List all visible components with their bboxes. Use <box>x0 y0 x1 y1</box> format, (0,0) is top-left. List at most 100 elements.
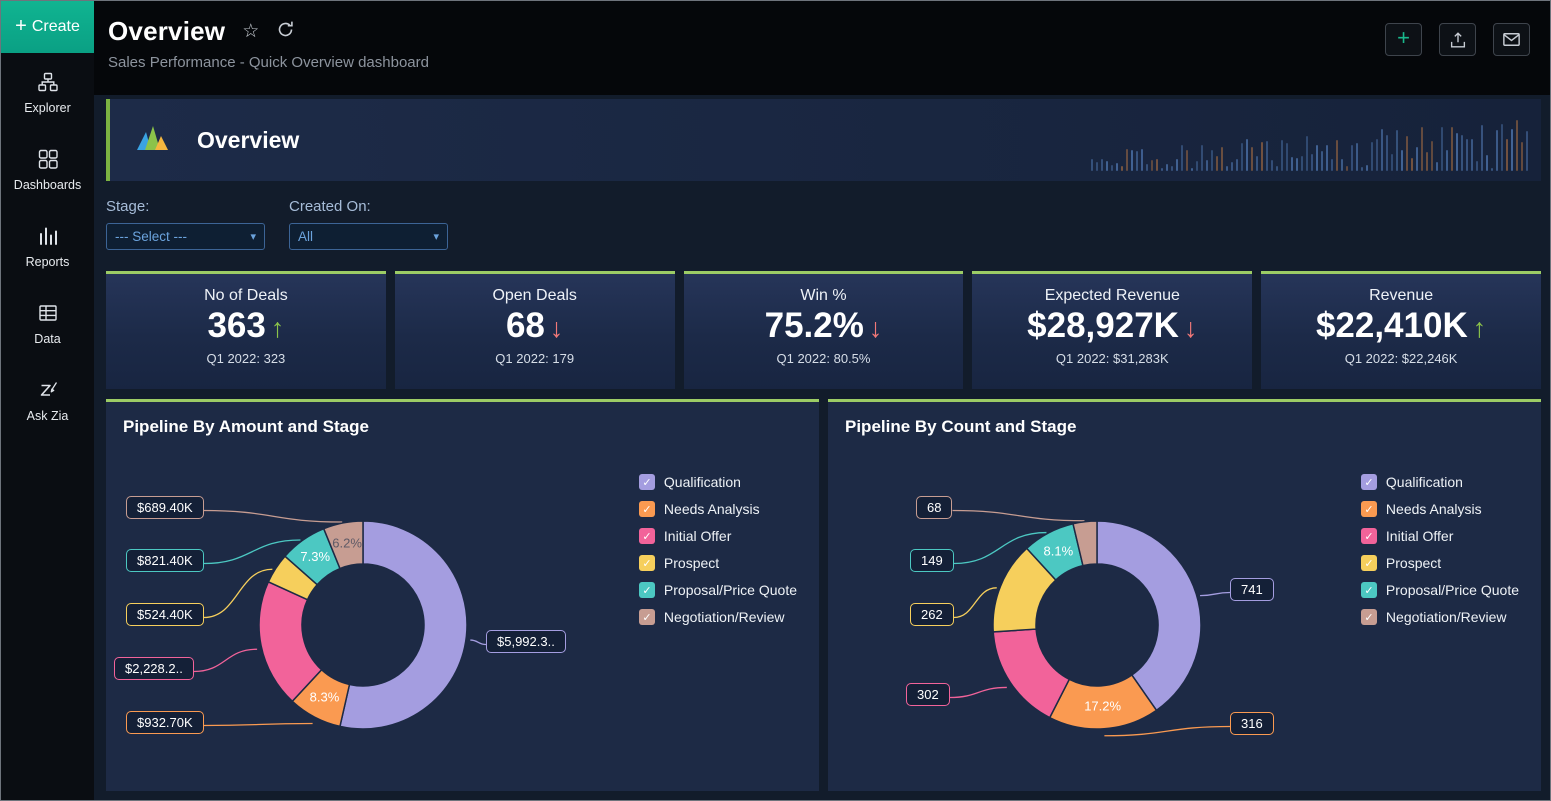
slice-value-label: 316 <box>1230 712 1274 735</box>
legend-checkbox[interactable]: ✓ <box>1361 609 1377 625</box>
stage-filter: Stage: --- Select --- ▾ <box>106 198 265 250</box>
create-label: Create <box>32 18 80 36</box>
legend-label: Negotiation/Review <box>664 609 785 625</box>
legend-label: Qualification <box>664 474 741 490</box>
slice-percent-label: 6.2% <box>332 535 362 550</box>
banner-title: Overview <box>197 127 299 154</box>
slice-percent-label: 7.3% <box>300 549 330 564</box>
pipeline-count-donut: 17.2%8.1% <box>980 508 1214 742</box>
sidebar-item-dashboards[interactable]: Dashboards <box>1 130 94 207</box>
legend-label: Proposal/Price Quote <box>664 582 797 598</box>
kpi-card-expected-revenue[interactable]: Expected Revenue $28,927K↓ Q1 2022: $31,… <box>972 271 1252 389</box>
banner-sparkline-decoration <box>1091 111 1536 171</box>
legend-checkbox[interactable]: ✓ <box>639 528 655 544</box>
legend-label: Qualification <box>1386 474 1463 490</box>
legend-label: Needs Analysis <box>664 501 760 517</box>
trend-arrow: ↓ <box>1184 313 1198 343</box>
filter-bar: Stage: --- Select --- ▾ Created On: All … <box>106 198 1541 250</box>
kpi-card-revenue[interactable]: Revenue $22,410K↑ Q1 2022: $22,246K <box>1261 271 1541 389</box>
add-widget-button[interactable]: + <box>1385 23 1422 56</box>
sidebar-item-reports[interactable]: Reports <box>1 207 94 284</box>
plus-icon: + <box>1397 27 1410 49</box>
legend-label: Prospect <box>1386 555 1441 571</box>
export-share-button[interactable] <box>1439 23 1476 56</box>
kpi-value: $22,410K <box>1316 306 1468 345</box>
legend-checkbox[interactable]: ✓ <box>639 474 655 490</box>
data-icon <box>37 302 59 324</box>
legend-item[interactable]: ✓ Negotiation/Review <box>1361 609 1519 625</box>
page-subtitle: Sales Performance - Quick Overview dashb… <box>108 54 429 71</box>
kpi-comparison: Q1 2022: $31,283K <box>972 351 1252 366</box>
kpi-card-open-deals[interactable]: Open Deals 68↓ Q1 2022: 179 <box>395 271 675 389</box>
sidebar-item-label: Data <box>34 332 60 346</box>
legend-item[interactable]: ✓ Proposal/Price Quote <box>639 582 797 598</box>
sidebar: + Create Explorer <box>1 1 94 800</box>
trend-arrow: ↑ <box>271 313 285 343</box>
legend-label: Prospect <box>664 555 719 571</box>
stage-filter-label: Stage: <box>106 198 265 215</box>
created-on-filter-dropdown[interactable]: All ▾ <box>289 223 448 250</box>
sidebar-item-explorer[interactable]: Explorer <box>1 53 94 130</box>
legend-item[interactable]: ✓ Qualification <box>639 474 797 490</box>
kpi-value: $28,927K <box>1027 306 1179 345</box>
legend-item[interactable]: ✓ Prospect <box>1361 555 1519 571</box>
kpi-card-win-pct[interactable]: Win % 75.2%↓ Q1 2022: 80.5% <box>684 271 964 389</box>
slice-value-label: 741 <box>1230 578 1274 601</box>
legend-item[interactable]: ✓Needs Analysis <box>1361 501 1519 517</box>
dashboard-banner: Overview <box>106 99 1541 181</box>
sidebar-item-ask-zia[interactable]: Ask Zia <box>1 361 94 438</box>
dashboards-icon <box>37 148 59 170</box>
legend-checkbox[interactable]: ✓ <box>1361 555 1377 571</box>
created-on-filter-label: Created On: <box>289 198 448 215</box>
stage-filter-dropdown[interactable]: --- Select --- ▾ <box>106 223 265 250</box>
legend-checkbox[interactable]: ✓ <box>639 609 655 625</box>
kpi-title: Expected Revenue <box>972 287 1252 305</box>
legend-checkbox[interactable]: ✓ <box>1361 528 1377 544</box>
legend-checkbox[interactable]: ✓ <box>639 501 655 517</box>
page-title: Overview <box>108 16 225 47</box>
refresh-icon[interactable] <box>276 20 295 43</box>
legend-checkbox[interactable]: ✓ <box>639 582 655 598</box>
legend-item[interactable]: ✓ Initial Offer <box>639 528 797 544</box>
slice-value-label: $2,228.2.. <box>114 657 194 680</box>
chart-title: Pipeline By Amount and Stage <box>106 402 819 437</box>
kpi-comparison: Q1 2022: 179 <box>395 351 675 366</box>
dashboard-canvas: Overview Stage: --- Select --- ▾ Created… <box>94 95 1550 800</box>
sidebar-item-label: Reports <box>26 255 70 269</box>
reports-icon <box>37 225 59 247</box>
kpi-comparison: Q1 2022: 323 <box>106 351 386 366</box>
kpi-value: 68 <box>506 306 545 345</box>
kpi-card-no-of-deals[interactable]: No of Deals 363↑ Q1 2022: 323 <box>106 271 386 389</box>
chart-title: Pipeline By Count and Stage <box>828 402 1541 437</box>
slice-value-label: 149 <box>910 549 954 572</box>
created-on-filter: Created On: All ▾ <box>289 198 448 250</box>
legend-item[interactable]: ✓ Qualification <box>1361 474 1519 490</box>
slice-value-label: $524.40K <box>126 603 204 626</box>
legend-label: Initial Offer <box>664 528 731 544</box>
analytics-logo-icon <box>135 123 171 158</box>
slice-percent-label: 8.3% <box>310 689 340 704</box>
kpi-title: No of Deals <box>106 287 386 305</box>
legend-item[interactable]: ✓Proposal/Price Quote <box>1361 582 1519 598</box>
legend-item[interactable]: ✓ Prospect <box>639 555 797 571</box>
donut-slice-qualification[interactable] <box>1097 521 1201 710</box>
legend-item[interactable]: ✓ Negotiation/Review <box>639 609 797 625</box>
legend-label: Negotiation/Review <box>1386 609 1507 625</box>
charts-row: Pipeline By Amount and Stage 8.3% 7.3%6.2… <box>106 399 1541 791</box>
upload-icon <box>1448 30 1468 50</box>
legend-checkbox[interactable]: ✓ <box>1361 582 1377 598</box>
chevron-down-icon: ▾ <box>433 230 439 243</box>
legend-checkbox[interactable]: ✓ <box>1361 474 1377 490</box>
sidebar-item-data[interactable]: Data <box>1 284 94 361</box>
legend-item[interactable]: ✓ Needs Analysis <box>639 501 797 517</box>
slice-value-label: $689.40K <box>126 496 204 519</box>
create-button[interactable]: + Create <box>1 1 94 53</box>
kpi-title: Win % <box>684 287 964 305</box>
favorite-star-icon[interactable]: ☆ <box>242 22 259 41</box>
kpi-value: 363 <box>207 306 265 345</box>
legend-item[interactable]: ✓Initial Offer <box>1361 528 1519 544</box>
legend-checkbox[interactable]: ✓ <box>639 555 655 571</box>
legend-checkbox[interactable]: ✓ <box>1361 501 1377 517</box>
email-button[interactable] <box>1493 23 1530 56</box>
pipeline-amount-donut: 8.3% 7.3%6.2% <box>246 508 480 742</box>
